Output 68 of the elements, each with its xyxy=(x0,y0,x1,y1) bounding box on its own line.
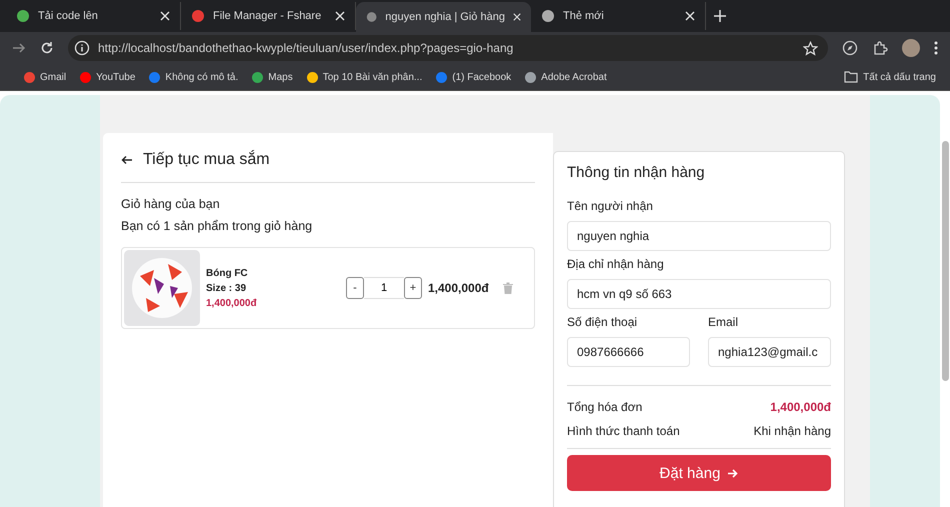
decrease-button[interactable]: - xyxy=(346,277,364,299)
site-icon xyxy=(436,72,448,82)
site-icon xyxy=(24,72,35,82)
site-icon xyxy=(525,72,536,82)
menu-icon[interactable] xyxy=(934,41,938,55)
bookmark[interactable]: (1) Facebook xyxy=(436,72,512,82)
compass-icon[interactable] xyxy=(842,40,858,56)
input-field[interactable]: 0987666666 xyxy=(567,337,690,367)
total-amount: 1,400,000đ xyxy=(770,400,831,414)
input-field[interactable]: hcm vn q9 số 663 xyxy=(567,279,831,309)
new-tab-icon[interactable] xyxy=(714,10,726,22)
line-total: 1,400,000đ xyxy=(428,281,489,295)
input-field[interactable]: nghia123@gmail.c xyxy=(708,337,831,367)
puzzle-icon[interactable] xyxy=(872,40,888,56)
tab-title: Tải code lên xyxy=(38,10,99,22)
bookmark[interactable]: YouTube xyxy=(80,72,136,82)
bookmark[interactable]: Maps xyxy=(252,72,293,82)
site-icon xyxy=(16,9,30,23)
product-name: Bóng FC xyxy=(206,266,249,280)
tab-title: File Manager - Fshare xyxy=(213,10,322,22)
place-order-button[interactable]: Đặt hàng xyxy=(567,455,831,491)
reload-icon[interactable] xyxy=(40,41,54,55)
all-bookmarks[interactable]: Tất cả dấu trang xyxy=(844,71,936,83)
field-label: Số điện thoại xyxy=(567,315,638,329)
field-label: Tên người nhận xyxy=(567,199,654,213)
field-label: Địa chỉ nhận hàng xyxy=(567,257,665,271)
bookmark[interactable]: Adobe Acrobat xyxy=(525,72,607,82)
close-icon[interactable] xyxy=(685,11,695,21)
payment-label: Hình thức thanh toán xyxy=(567,424,680,438)
close-icon[interactable] xyxy=(335,11,345,21)
url-text: http://localhost/bandothethao-kwyple/tieuluan/user/index.php?pages=gio-hang xyxy=(98,41,514,55)
close-icon[interactable] xyxy=(512,12,521,22)
browser-tab[interactable]: nguyen nghia | Giỏ hàng xyxy=(356,2,531,32)
product-price: 1,400,000đ xyxy=(206,296,258,310)
star-icon[interactable] xyxy=(803,40,818,56)
close-icon[interactable] xyxy=(160,11,170,21)
cart-summary: Bạn có 1 sản phẩm trong giỏ hàng xyxy=(121,219,314,233)
site-icon xyxy=(306,72,318,82)
info-icon[interactable] xyxy=(74,40,90,56)
product-size: Size : 39 xyxy=(206,282,248,296)
tab-title: Thẻ mới xyxy=(563,10,605,22)
payment-method: Khi nhận hàng xyxy=(754,424,831,438)
arrow-left-icon xyxy=(121,155,133,165)
site-icon xyxy=(80,72,92,82)
forward-icon[interactable] xyxy=(12,41,26,55)
avatar-icon[interactable] xyxy=(902,39,920,57)
bookmark[interactable]: Gmail xyxy=(24,72,66,82)
checkout-title: Thông tin nhận hàng xyxy=(567,164,706,181)
site-icon xyxy=(366,10,378,24)
bookmark[interactable]: Không có mô tả. xyxy=(149,72,238,82)
continue-shopping-link[interactable]: Tiếp tục mua sắm xyxy=(121,151,535,182)
total-label: Tổng hóa đơn xyxy=(567,400,642,414)
browser-tab[interactable]: Thẻ mới xyxy=(531,2,706,30)
input-field[interactable]: nguyen nghia xyxy=(567,221,831,251)
folder-icon xyxy=(844,71,858,83)
site-icon xyxy=(191,9,205,23)
address-bar[interactable]: http://localhost/bandothethao-kwyple/tieuluan/user/index.php?pages=gio-hang xyxy=(68,35,828,61)
site-icon xyxy=(252,72,264,82)
arrow-right-icon xyxy=(728,468,738,478)
site-icon xyxy=(541,9,555,23)
scrollbar[interactable] xyxy=(942,141,949,381)
browser-tab[interactable]: Tải code lên xyxy=(6,2,181,30)
tab-title: nguyen nghia | Giỏ hàng xyxy=(385,11,505,23)
field-label: Email xyxy=(708,315,740,329)
site-icon xyxy=(149,72,160,82)
bookmark[interactable]: Top 10 Bài văn phân... xyxy=(306,72,422,82)
cart-heading: Giỏ hàng của bạn xyxy=(121,197,221,211)
increase-button[interactable]: + xyxy=(404,277,422,299)
